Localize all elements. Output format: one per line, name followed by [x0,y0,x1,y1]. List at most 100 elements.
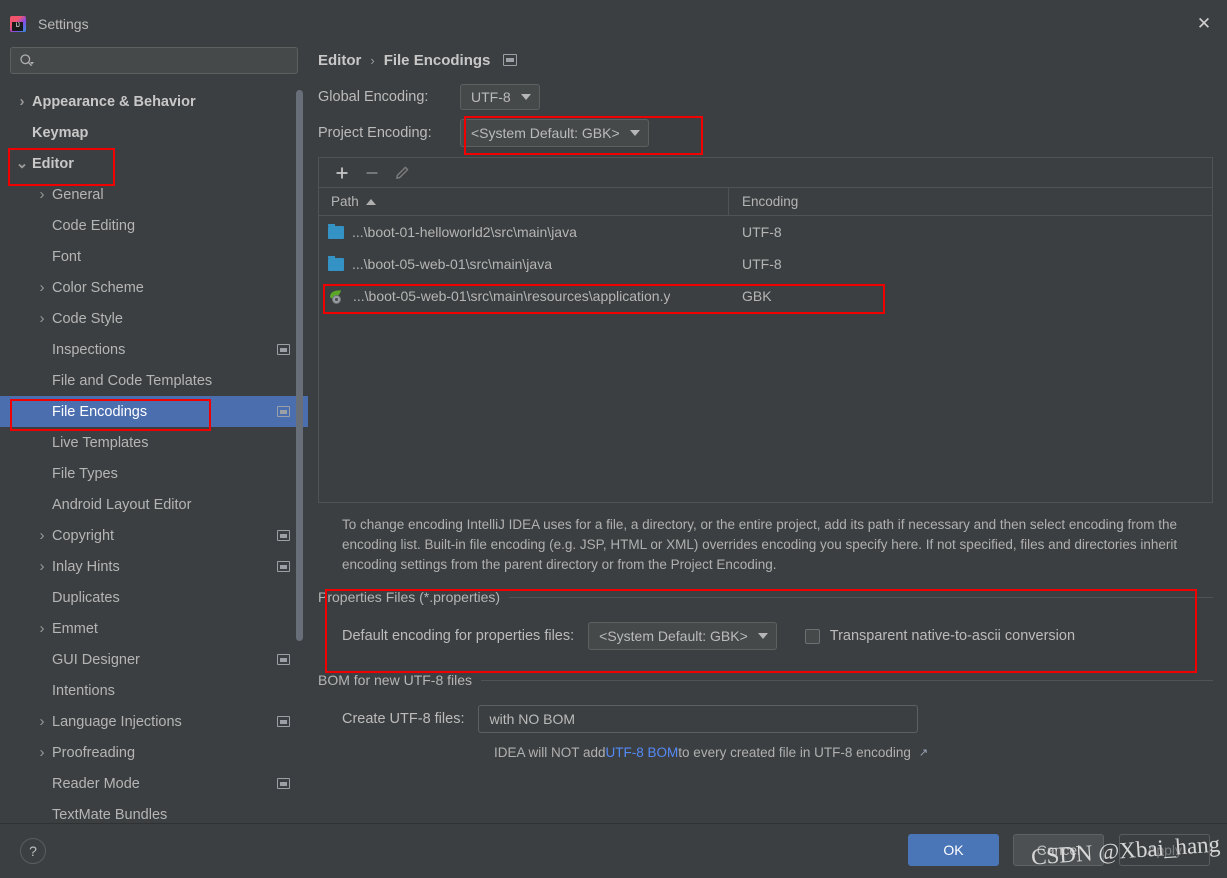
sidebar-item-label: Color Scheme [52,279,144,296]
breadcrumb-parent[interactable]: Editor [318,52,361,69]
project-scope-badge-icon [277,530,290,541]
table-row[interactable]: ...\boot-05-web-01\src\main\java UTF-8 [319,248,1212,280]
encodings-description: To change encoding IntelliJ IDEA uses fo… [342,517,1178,572]
sidebar-item-label: File and Code Templates [52,372,213,389]
sidebar-item-gui-designer[interactable]: ›GUI Designer [0,644,308,675]
sidebar-item-label: Emmet [52,620,98,637]
table-cell-path: ...\boot-01-helloworld2\src\main\java [319,224,729,240]
search-input[interactable] [41,53,289,68]
help-button[interactable]: ? [20,838,46,864]
search-box[interactable] [10,47,298,74]
table-cell-path: ...\boot-05-web-01\src\main\java [319,256,729,272]
chevron-down-icon [757,633,768,639]
chevron-right-icon: › [39,527,45,544]
project-encoding-dropdown[interactable]: <System Default: GBK> [460,118,649,147]
column-header-encoding[interactable]: Encoding [729,188,798,216]
checkbox-box-icon [804,628,820,644]
sidebar-item-label: Live Templates [52,434,149,451]
sidebar-item-code-editing[interactable]: ›Code Editing [0,210,308,241]
sidebar-item-proofreading[interactable]: › Proofreading [0,737,308,768]
chevron-right-icon: › [39,744,45,761]
table-toolbar [319,158,1212,188]
sidebar-scrollbar[interactable] [296,90,303,641]
global-encoding-label: Global Encoding: [318,88,429,105]
global-encoding-dropdown[interactable]: UTF-8 [460,83,540,110]
sidebar-item-textmate-bundles[interactable]: ›TextMate Bundles [0,799,308,823]
sidebar-item-inspections[interactable]: ›Inspections [0,334,308,365]
utf8-bom-link[interactable]: UTF-8 BOM [606,745,679,760]
search-icon [20,53,34,66]
sidebar-item-appearance-behavior[interactable]: › Appearance & Behavior [0,86,308,117]
sidebar-item-label: Inspections [52,341,126,358]
table-cell-path: ...\boot-05-web-01\src\main\resources\ap… [319,288,729,304]
sidebar-item-language-injections[interactable]: › Language Injections [0,706,308,737]
sidebar-item-live-templates[interactable]: ›Live Templates [0,427,308,458]
project-scope-badge-icon [277,406,290,417]
external-link-icon: ↗ [918,747,929,759]
sidebar-item-reader-mode[interactable]: ›Reader Mode [0,768,308,799]
global-encoding-value: UTF-8 [471,88,511,105]
chevron-right-icon: › [39,713,45,730]
sidebar-item-file-and-code-templates[interactable]: ›File and Code Templates [0,365,308,396]
sidebar-item-code-style[interactable]: › Code Style [0,303,308,334]
properties-files-group-title: Properties Files (*.properties) [318,589,1213,605]
ok-button[interactable]: OK [908,834,999,866]
project-scope-badge-icon [277,654,290,665]
sidebar-item-label: TextMate Bundles [52,806,168,823]
table-row[interactable]: ...\boot-05-web-01\src\main\resources\ap… [319,280,1212,312]
default-properties-encoding-value: <System Default: GBK> [599,628,748,644]
create-utf8-files-dropdown[interactable]: with NO BOM [478,705,919,733]
table-row[interactable]: ...\boot-01-helloworld2\src\main\java UTF… [319,216,1212,248]
column-header-path[interactable]: Path [319,187,729,216]
settings-dialog: Settings ✕ ›Appearance & Behavior›Keymap… [0,0,1227,878]
sidebar-item-label: Intentions [52,682,115,699]
table-header-row: Path Encoding [319,187,1212,216]
sidebar-item-duplicates[interactable]: ›Duplicates [0,582,308,613]
bom-hint-prefix: IDEA will NOT add [494,745,606,760]
sidebar-item-inlay-hints[interactable]: › Inlay Hints [0,551,308,582]
edit-path-button[interactable] [387,161,417,185]
project-scope-badge-icon [277,344,290,355]
sidebar-item-general[interactable]: › General [0,179,308,210]
add-path-button[interactable] [327,161,357,185]
transparent-native-to-ascii-checkbox[interactable]: Transparent native-to-ascii conversion [804,628,1075,644]
create-utf8-files-value: with NO BOM [489,711,576,727]
sidebar-item-keymap[interactable]: ›Keymap [0,117,308,148]
chevron-right-icon: › [39,279,45,296]
properties-files-group: Properties Files (*.properties) Default … [318,589,1213,650]
sidebar-item-file-types[interactable]: ›File Types [0,458,308,489]
chevron-right-icon: › [39,620,45,637]
chevron-down-icon [629,129,640,136]
sidebar-item-intentions[interactable]: ›Intentions [0,675,308,706]
dialog-body: ›Appearance & Behavior›Keymap⌄Editor › Gen… [0,39,1227,823]
sidebar-item-font[interactable]: ›Font [0,241,308,272]
remove-path-button[interactable] [357,161,387,185]
plus-icon [336,167,348,178]
main-panel: Editor › File Encodings Global Encoding:… [308,39,1227,823]
sidebar-item-color-scheme[interactable]: › Color Scheme [0,272,308,303]
sidebar-item-android-layout-editor[interactable]: ›Android Layout Editor [0,489,308,520]
cancel-button[interactable]: Cancel [1013,834,1104,866]
sidebar-item-editor[interactable]: ⌄ Editor [0,148,308,179]
table-cell-encoding[interactable]: GBK [729,288,772,304]
chevron-right-icon: › [39,310,45,327]
sidebar-item-label: General [52,186,104,203]
project-scope-badge-icon [277,561,290,572]
sidebar-item-file-encodings[interactable]: ›File Encodings [0,396,308,427]
table-cell-encoding[interactable]: UTF-8 [729,256,782,272]
chevron-right-icon: › [39,186,45,203]
close-icon[interactable]: ✕ [1181,9,1227,39]
bom-group: BOM for new UTF-8 files Create UTF-8 fil… [318,672,1213,760]
column-header-path-label: Path [331,194,359,209]
group-divider [481,679,1213,681]
bom-row: Create UTF-8 files: with NO BOM [318,705,1213,733]
table-cell-encoding[interactable]: UTF-8 [729,224,782,240]
breadcrumb: Editor › File Encodings [318,43,1213,77]
search-area [0,39,308,74]
apply-button[interactable]: Apply [1119,834,1210,866]
chevron-right-icon: › [39,558,45,575]
sidebar-item-label: Language Injections [52,713,182,730]
sidebar-item-copyright[interactable]: › Copyright [0,520,308,551]
default-properties-encoding-dropdown[interactable]: <System Default: GBK> [588,622,777,650]
sidebar-item-emmet[interactable]: › Emmet [0,613,308,644]
